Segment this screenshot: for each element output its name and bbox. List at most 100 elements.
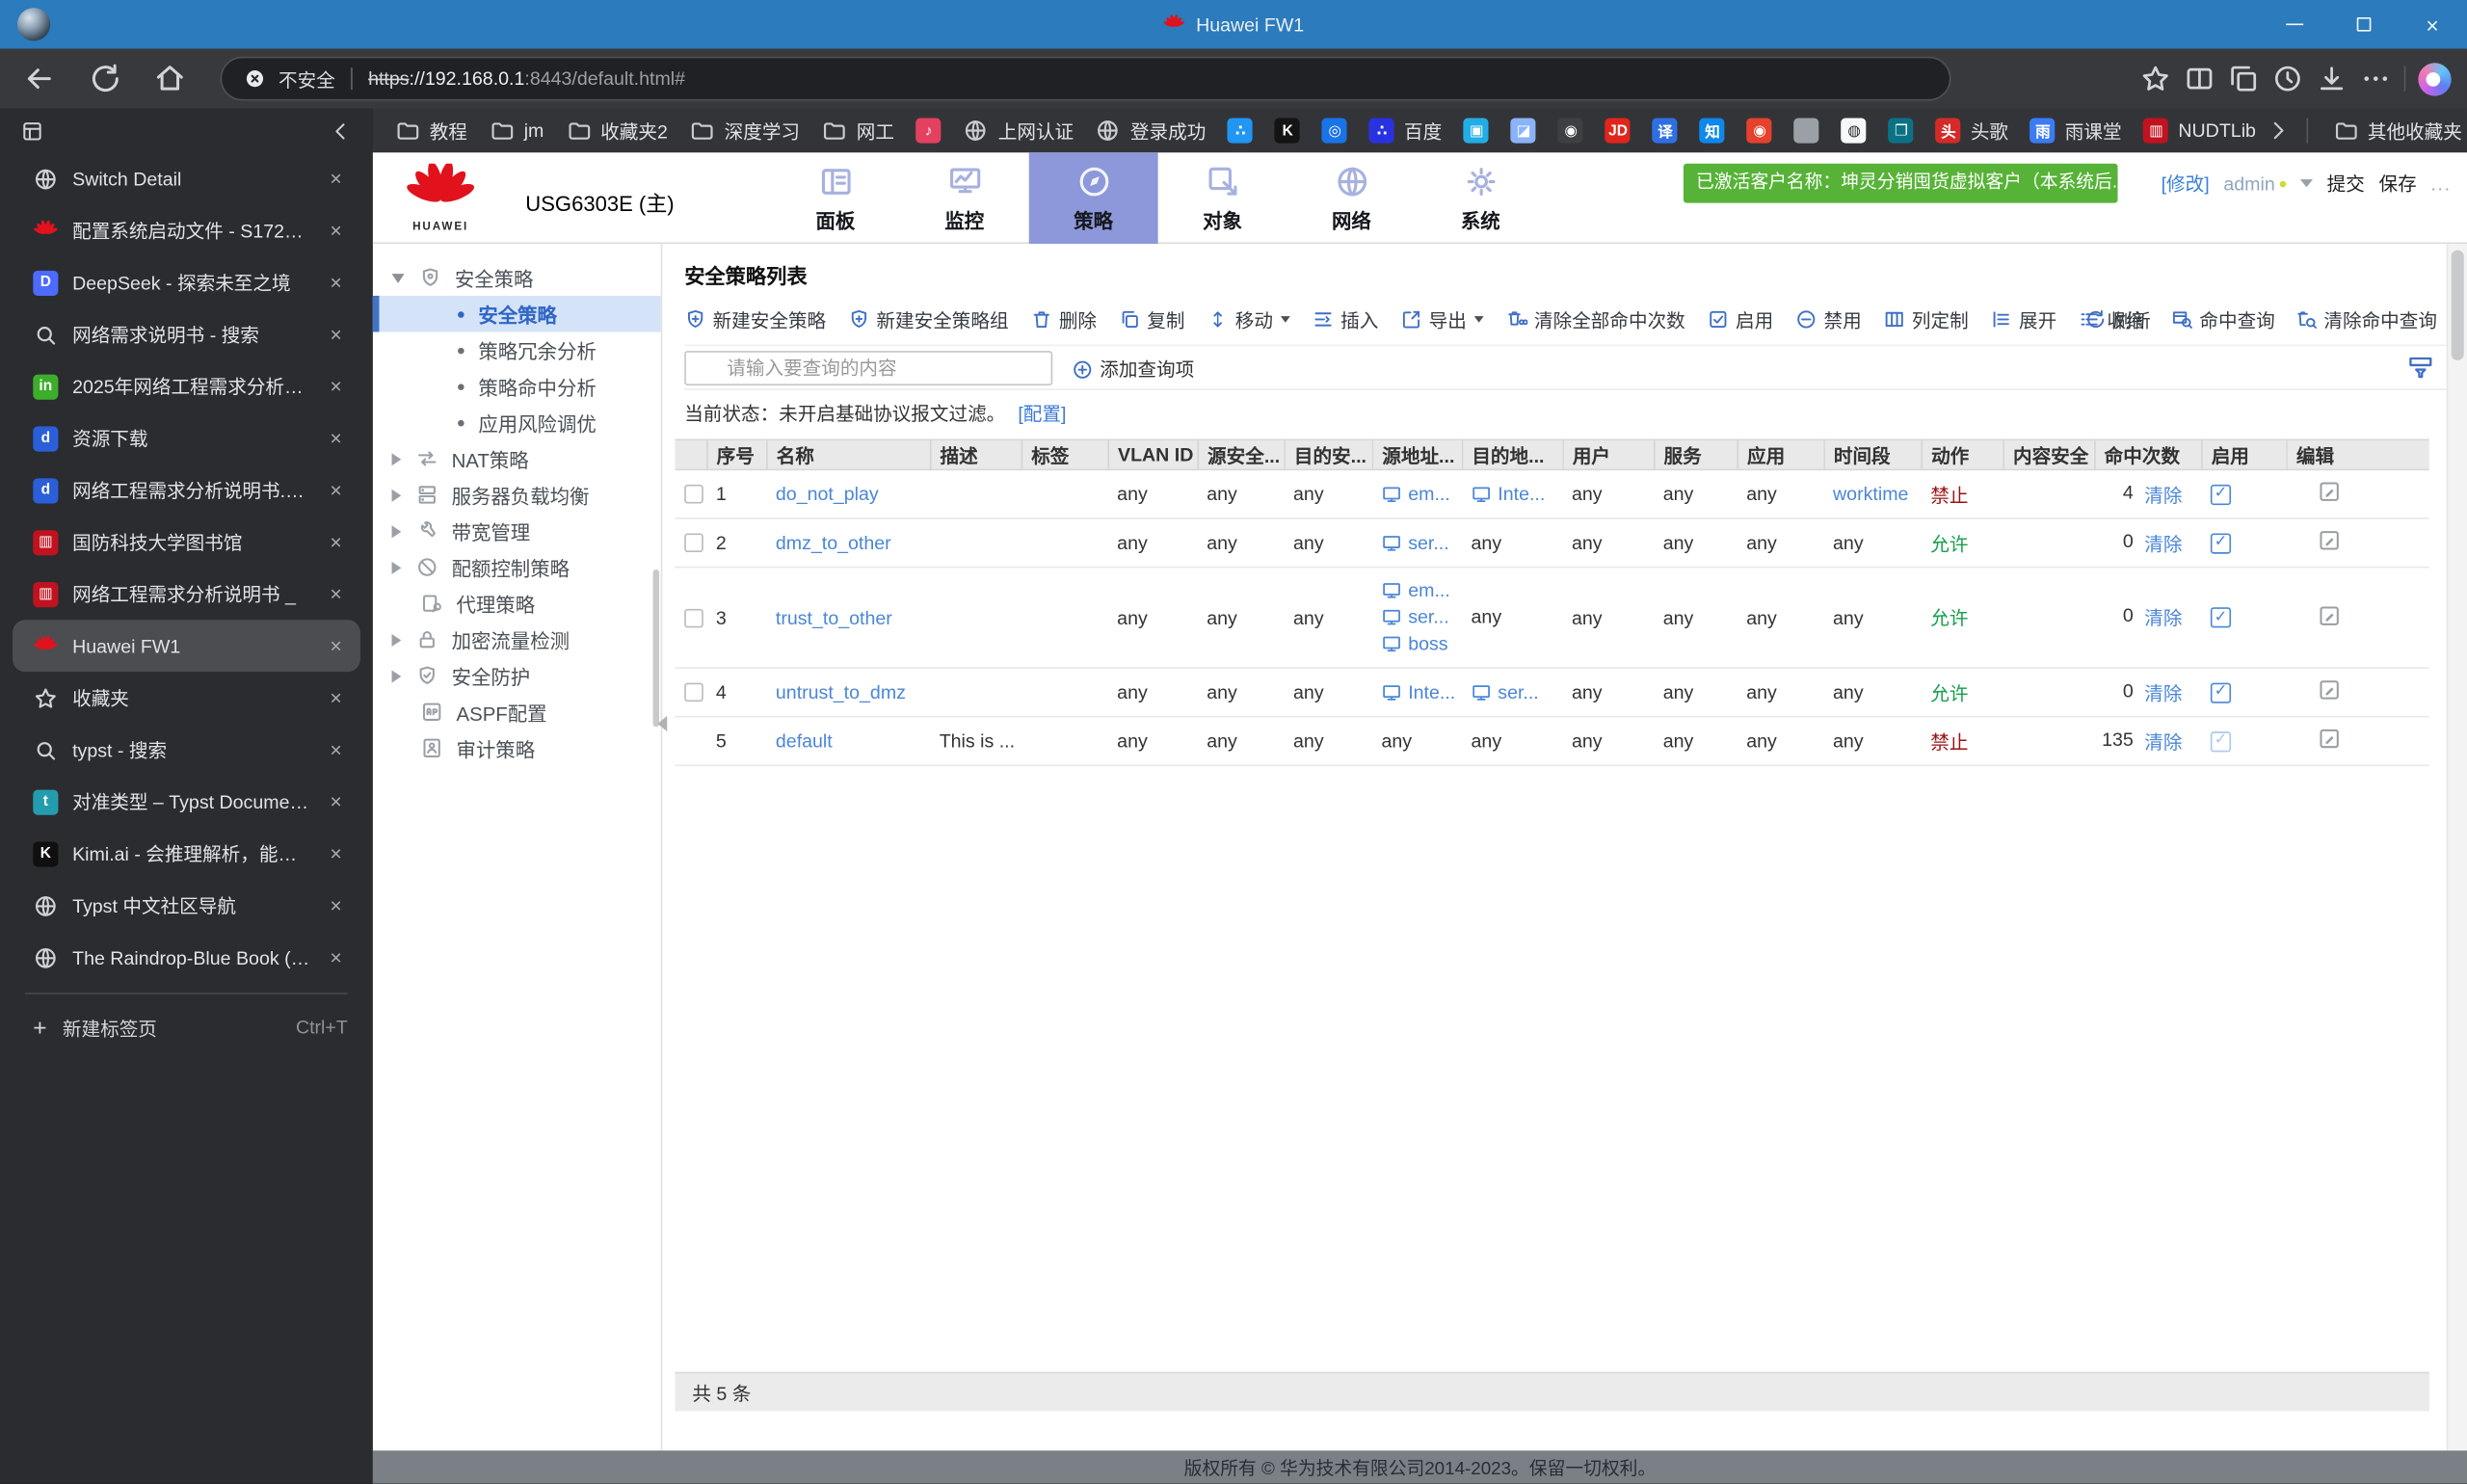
policy-name-link[interactable]: dmz_to_other <box>776 532 891 554</box>
tab-close-icon[interactable]: × <box>324 686 347 709</box>
address-object-link[interactable]: boss <box>1381 631 1458 658</box>
bookmark-folder-jm[interactable]: jm <box>480 115 553 146</box>
clear-hits-link[interactable]: 清除 <box>2144 529 2182 556</box>
admin-user[interactable]: admin <box>2223 172 2287 195</box>
page-scrollbar[interactable] <box>2446 244 2467 1451</box>
nav-面板[interactable]: 面板 <box>771 152 900 244</box>
bookmark-weibo[interactable]: ◉ <box>1738 115 1782 146</box>
bookmark-photos[interactable]: ◪ <box>1501 115 1546 146</box>
configure-link[interactable]: [配置] <box>1018 400 1066 427</box>
bookmark-bilibili[interactable]: ▣ <box>1454 115 1499 146</box>
tab-close-icon[interactable]: × <box>324 582 347 605</box>
tab-网络工程需求分析说明书.doc-ITAD[interactable]: d 网络工程需求分析说明书.doc-ITAD × <box>13 464 360 517</box>
row-checkbox[interactable] <box>684 533 703 553</box>
bookmark-yuketang[interactable]: 雨雨课堂 <box>2021 114 2131 146</box>
tree-item-应用风险调优[interactable]: 应用风险调优 <box>373 405 661 441</box>
downloads-icon[interactable] <box>2316 63 2348 94</box>
address-object-link[interactable]: ser... <box>1381 604 1458 631</box>
tree-item-加密流量检测[interactable]: 加密流量检测 <box>373 622 661 658</box>
tree-caret-icon[interactable] <box>391 561 402 574</box>
row-checkbox[interactable] <box>684 608 703 627</box>
policy-name-link[interactable]: default <box>776 730 833 753</box>
toolbar-插入[interactable]: 插入 <box>1313 306 1378 333</box>
new-tab-button[interactable]: + 新建标签页 Ctrl+T <box>13 1004 360 1051</box>
tree-caret-icon[interactable] <box>391 669 402 682</box>
tab-close-icon[interactable]: × <box>324 945 347 968</box>
clear-hits-link[interactable]: 清除 <box>2144 728 2182 755</box>
bookmark-baidu[interactable]: ∴ 百度 <box>1360 114 1451 146</box>
tab-close-icon[interactable]: × <box>324 426 347 449</box>
license-banner[interactable]: 已激活客户名称：坤灵分销囤货虚拟客户（本系统后... <box>1683 163 2118 203</box>
table-filter-icon[interactable] <box>2407 354 2434 381</box>
tab-Typst 中文社区导航[interactable]: Typst 中文社区导航 × <box>13 880 360 932</box>
page-scrollbar-thumb[interactable] <box>2451 250 2464 360</box>
favorite-star-icon[interactable] <box>2139 63 2171 94</box>
nav-策略[interactable]: 策略 <box>1028 152 1158 245</box>
tab-close-icon[interactable]: × <box>324 219 347 242</box>
tab-配置系统启动文件 - S1720, S2700,[interactable]: 配置系统启动文件 - S1720, S2700, × <box>13 204 360 256</box>
bookmark-folder-jiaocheng[interactable]: 教程 <box>385 114 477 146</box>
address-object-link[interactable]: em... <box>1381 577 1458 604</box>
toolbar-清除全部命中次数[interactable]: 清除全部命中次数 <box>1506 306 1685 333</box>
tab-typst - 搜索[interactable]: typst - 搜索 × <box>13 724 360 776</box>
enabled-checkbox[interactable]: ✓ <box>2210 681 2232 702</box>
toolbar-命中查询[interactable]: 命中查询 <box>2171 306 2275 333</box>
toolbar-启用[interactable]: 启用 <box>1708 306 1773 333</box>
bookmark-music[interactable]: ♪ <box>907 115 951 146</box>
edit-icon[interactable] <box>2318 727 2341 750</box>
bookmark-camera[interactable]: ◉ <box>1549 115 1593 146</box>
tab-close-icon[interactable]: × <box>324 375 347 398</box>
bookmark-book[interactable]: ❐ <box>1879 115 1923 146</box>
tree-item-策略命中分析[interactable]: 策略命中分析 <box>373 368 661 405</box>
nav-对象[interactable]: 对象 <box>1158 152 1287 244</box>
tab-网络工程需求分析说明书 _[interactable]: ▥ 网络工程需求分析说明书 _ × <box>13 568 360 620</box>
address-bar[interactable]: 不安全 https://192.168.0.1:8443/default.htm… <box>220 56 1951 101</box>
toolbar-刷新[interactable]: 刷新 <box>2084 306 2151 333</box>
bookmark-nudtlib[interactable]: ▥ NUDTLib <box>2135 115 2266 146</box>
toolbar-列定制[interactable]: 列定制 <box>1884 306 1969 333</box>
row-checkbox[interactable] <box>684 484 703 504</box>
enabled-checkbox[interactable]: ✓ <box>2210 607 2232 628</box>
history-icon[interactable] <box>2272 63 2304 94</box>
tab-close-icon[interactable]: × <box>324 738 347 761</box>
tree-item-审计策略[interactable]: 审计策略 <box>373 730 661 767</box>
clear-hits-link[interactable]: 清除 <box>2144 604 2182 631</box>
address-object-link[interactable]: Inte... <box>1381 678 1458 705</box>
tree-item-安全策略[interactable]: 安全策略 <box>372 295 661 332</box>
maximize-button[interactable] <box>2328 0 2398 49</box>
tree-caret-icon[interactable] <box>391 524 402 538</box>
header-more-button[interactable]: ... <box>2430 172 2451 195</box>
copilot-icon[interactable] <box>2418 62 2452 95</box>
nav-系统[interactable]: 系统 <box>1416 152 1545 244</box>
clear-hits-link[interactable]: 清除 <box>2144 678 2182 705</box>
tree-caret-icon[interactable] <box>391 633 402 647</box>
admin-dropdown-caret-icon[interactable] <box>2299 179 2313 188</box>
refresh-icon[interactable] <box>88 62 122 96</box>
tree-item-安全策略[interactable]: 安全策略 <box>373 259 661 296</box>
nav-监控[interactable]: 监控 <box>900 152 1029 244</box>
bookmark-shield-blue[interactable]: ◎ <box>1313 115 1357 146</box>
tab-close-icon[interactable]: × <box>324 323 347 346</box>
toolbar-移动[interactable]: 移动 <box>1207 306 1290 333</box>
bookmark-kimi[interactable]: K <box>1265 115 1310 146</box>
close-button[interactable]: × <box>2398 0 2467 49</box>
bookmark-folder-deep-learning[interactable]: 深度学习 <box>680 114 809 146</box>
tree-item-ASPF配置[interactable]: ASPF配置 <box>373 694 661 730</box>
tree-caret-icon[interactable] <box>391 488 402 501</box>
tree-caret-icon[interactable] <box>391 452 402 465</box>
tab-Switch Detail[interactable]: Switch Detail × <box>13 152 360 204</box>
edit-icon[interactable] <box>2318 678 2341 702</box>
enabled-checkbox[interactable]: ✓ <box>2210 484 2232 505</box>
edit-icon[interactable] <box>2318 529 2341 552</box>
bookmark-login-success[interactable]: 登录成功 <box>1086 114 1215 146</box>
bookmark-folder-shoucangjia2[interactable]: 收藏夹2 <box>556 114 676 146</box>
row-checkbox[interactable] <box>684 682 703 702</box>
tab-资源下载[interactable]: d 资源下载 × <box>13 412 360 464</box>
policy-name-link[interactable]: untrust_to_dmz <box>776 681 906 703</box>
home-icon[interactable] <box>152 62 187 96</box>
address-object-link[interactable]: ser... <box>1472 678 1559 705</box>
tree-item-NAT策略[interactable]: NAT策略 <box>373 440 661 477</box>
edit-icon[interactable] <box>2318 603 2341 626</box>
tab-close-icon[interactable]: × <box>324 893 347 916</box>
minimize-button[interactable] <box>2259 0 2328 49</box>
